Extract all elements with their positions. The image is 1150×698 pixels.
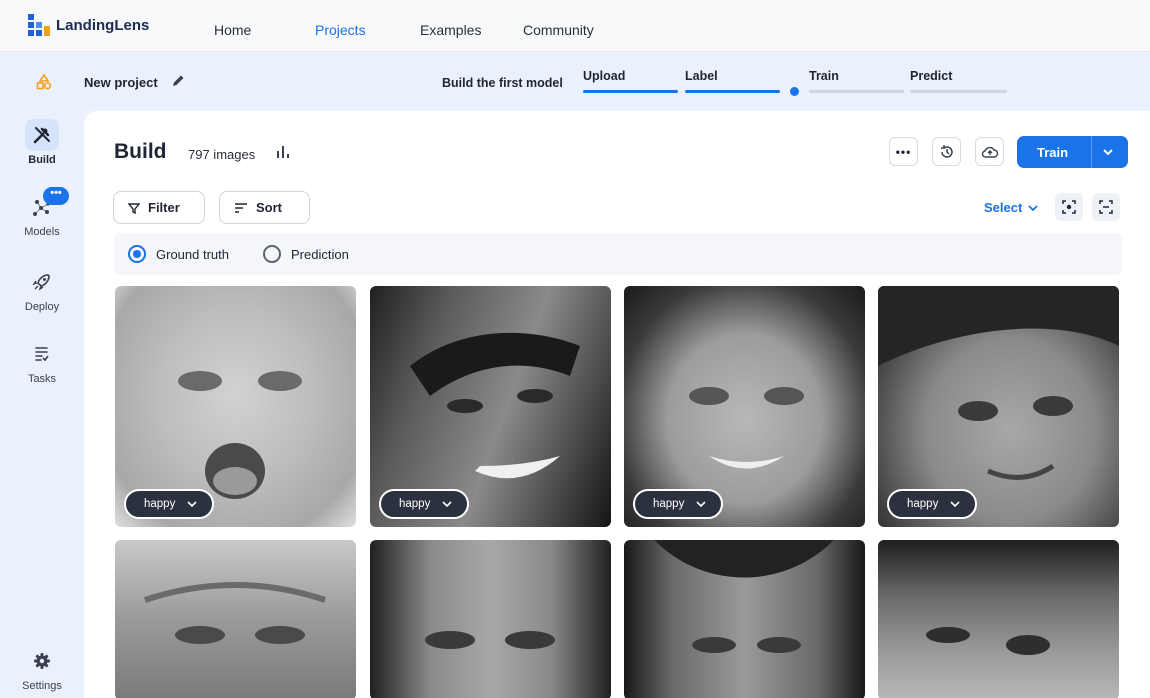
app-logo[interactable]: LandingLens: [28, 14, 149, 36]
brand-name: LandingLens: [56, 16, 150, 34]
sidebar-item-tasks[interactable]: Tasks: [0, 338, 84, 385]
models-badge: •••: [43, 187, 69, 205]
build-first-model-label: Build the first model: [442, 76, 563, 90]
image-tile[interactable]: happy: [624, 286, 865, 527]
more-options-button[interactable]: •••: [889, 137, 918, 166]
progress-current-dot: [790, 87, 799, 96]
filter-button[interactable]: Filter: [113, 191, 205, 224]
project-header: New project Build the first model Upload…: [0, 53, 1150, 111]
train-button[interactable]: Train: [1017, 136, 1128, 168]
face-image: [926, 627, 1050, 655]
chevron-down-icon: [442, 501, 452, 508]
focus-view-button[interactable]: [1055, 193, 1083, 221]
label-tag-text: happy: [907, 498, 939, 510]
sort-button[interactable]: Sort: [219, 191, 310, 224]
top-nav: LandingLens Home Projects Examples Commu…: [0, 0, 1150, 52]
gear-icon: [25, 645, 59, 677]
chevron-down-icon: [950, 501, 960, 508]
label-tag[interactable]: happy: [124, 489, 214, 519]
radio-selected-icon: [128, 245, 146, 263]
nav-community[interactable]: Community: [523, 22, 594, 38]
filter-label: Filter: [148, 200, 180, 215]
ground-truth-label: Ground truth: [156, 246, 229, 262]
sort-icon: [235, 202, 247, 213]
history-button[interactable]: [932, 137, 961, 166]
main-panel: Build 797 images ••• Train Filter Sort S…: [84, 111, 1150, 698]
focus-icon: [1062, 200, 1076, 214]
step-upload[interactable]: Upload: [583, 69, 625, 83]
face-image: [654, 540, 834, 653]
progress-train: [809, 90, 904, 93]
label-tag-text: happy: [144, 498, 176, 510]
face-image: [144, 582, 326, 644]
sidebar-label-deploy: Deploy: [24, 301, 60, 313]
chevron-down-icon: [1028, 204, 1038, 211]
sidebar-label-settings: Settings: [22, 680, 62, 692]
sidebar-label-tasks: Tasks: [27, 373, 57, 385]
cloud-upload-button[interactable]: [975, 137, 1004, 166]
face-image: [425, 631, 555, 649]
label-tag[interactable]: happy: [633, 489, 723, 519]
nav-projects[interactable]: Projects: [315, 22, 366, 38]
stats-bars-icon[interactable]: [276, 145, 290, 159]
sidebar-item-settings[interactable]: Settings: [0, 645, 84, 692]
sort-label: Sort: [256, 200, 282, 215]
progress-label: [685, 90, 780, 93]
sidebar-item-models[interactable]: Models: [0, 191, 84, 238]
image-tile[interactable]: happy: [115, 286, 356, 527]
filter-icon: [128, 202, 140, 214]
logo-icon: [28, 14, 50, 36]
project-icon: [36, 74, 52, 90]
sidebar-label-build: Build: [28, 154, 56, 166]
step-train[interactable]: Train: [809, 69, 839, 83]
image-tile[interactable]: happy: [878, 286, 1119, 527]
chevron-down-icon[interactable]: [1101, 145, 1115, 159]
image-count: 797 images: [188, 147, 256, 162]
sidebar-label-models: Models: [24, 226, 60, 238]
progress-upload: [583, 90, 678, 93]
image-tile[interactable]: [115, 540, 356, 698]
history-icon: [940, 144, 953, 158]
label-view-toggle: Ground truth Prediction: [114, 233, 1122, 275]
sidebar-item-build[interactable]: Build: [0, 119, 84, 166]
label-tag[interactable]: happy: [379, 489, 469, 519]
ground-truth-radio[interactable]: Ground truth: [128, 245, 229, 263]
label-tag-text: happy: [399, 498, 431, 510]
chevron-down-icon: [696, 501, 706, 508]
train-button-label: Train: [1037, 145, 1069, 160]
image-tile[interactable]: [624, 540, 865, 698]
nav-home[interactable]: Home: [214, 22, 251, 38]
label-tag[interactable]: happy: [887, 489, 977, 519]
pencil-icon[interactable]: [170, 73, 186, 89]
step-label[interactable]: Label: [685, 69, 718, 83]
more-icon: •••: [895, 144, 912, 159]
prediction-radio[interactable]: Prediction: [263, 245, 349, 263]
rocket-icon: [25, 266, 59, 298]
page-title: Build: [114, 140, 167, 163]
tools-icon: [25, 119, 59, 151]
step-predict[interactable]: Predict: [910, 69, 952, 83]
chevron-down-icon: [187, 501, 197, 508]
select-dropdown[interactable]: Select: [984, 200, 1039, 215]
expand-icon: [1099, 200, 1113, 214]
prediction-label: Prediction: [291, 246, 349, 262]
radio-unselected-icon: [263, 245, 281, 263]
task-list-icon: [25, 338, 59, 370]
nav-examples[interactable]: Examples: [420, 22, 481, 38]
image-tile[interactable]: [878, 540, 1119, 698]
cloud-upload-icon: [981, 146, 998, 158]
progress-predict: [910, 90, 1007, 93]
sidebar-item-deploy[interactable]: Deploy: [0, 266, 84, 313]
image-tile[interactable]: happy: [370, 286, 611, 527]
sidebar: Build Models ••• Deploy Tasks Settings: [0, 111, 84, 698]
project-name[interactable]: New project: [84, 75, 158, 90]
label-tag-text: happy: [653, 498, 685, 510]
fit-view-button[interactable]: [1092, 193, 1120, 221]
select-label: Select: [984, 200, 1023, 215]
image-tile[interactable]: [370, 540, 611, 698]
